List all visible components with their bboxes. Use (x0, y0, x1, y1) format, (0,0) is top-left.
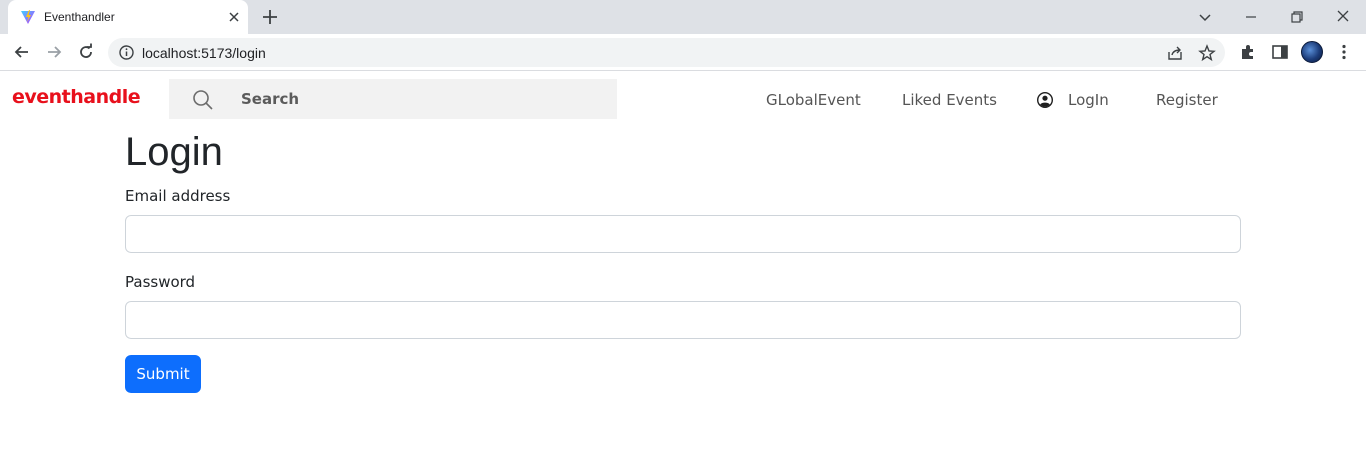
brand-logo[interactable]: eventhandle (12, 86, 141, 108)
browser-tab-strip: Eventhandler (0, 0, 1366, 34)
email-label: Email address (125, 187, 231, 205)
search-icon[interactable] (191, 88, 215, 112)
url-text: localhost:5173/login (142, 45, 266, 61)
user-circle-icon (1037, 92, 1053, 108)
vite-logo-icon (21, 10, 35, 24)
nav-link-login[interactable]: LogIn (1068, 91, 1109, 109)
restore-icon[interactable] (1286, 6, 1308, 28)
side-panel-icon[interactable] (1270, 42, 1290, 62)
nav-link-global-event[interactable]: GLobalEvent (766, 91, 861, 109)
page-title: Login (125, 130, 223, 174)
reload-icon[interactable] (76, 42, 96, 62)
search-input[interactable] (241, 87, 601, 111)
tab-title: Eventhandler (44, 10, 115, 24)
email-field[interactable] (125, 215, 1241, 253)
nav-link-register[interactable]: Register (1156, 91, 1218, 109)
close-window-icon[interactable] (1332, 6, 1354, 28)
address-bar[interactable]: localhost:5173/login (108, 38, 1225, 67)
profile-avatar[interactable] (1301, 41, 1323, 63)
password-label: Password (125, 273, 196, 291)
info-icon[interactable] (118, 44, 135, 61)
app-navbar: eventhandle GLobalEvent Liked Events Log… (0, 72, 1366, 128)
bookmark-star-icon[interactable] (1198, 44, 1216, 62)
submit-button[interactable]: Submit (125, 355, 201, 393)
back-arrow-icon[interactable] (12, 42, 32, 62)
nav-link-liked-events[interactable]: Liked Events (902, 91, 997, 109)
extensions-puzzle-icon[interactable] (1238, 42, 1258, 62)
tab-search-icon[interactable] (1194, 6, 1216, 28)
more-vertical-icon[interactable] (1334, 42, 1354, 62)
forward-arrow-icon[interactable] (44, 42, 64, 62)
close-tab-icon[interactable] (226, 9, 242, 25)
new-tab-icon[interactable] (260, 7, 280, 27)
password-field[interactable] (125, 301, 1241, 339)
share-icon[interactable] (1166, 44, 1184, 62)
browser-toolbar: localhost:5173/login (0, 34, 1366, 71)
browser-tab[interactable]: Eventhandler (8, 0, 248, 34)
minimize-icon[interactable] (1240, 6, 1262, 28)
search-bar (169, 79, 617, 119)
